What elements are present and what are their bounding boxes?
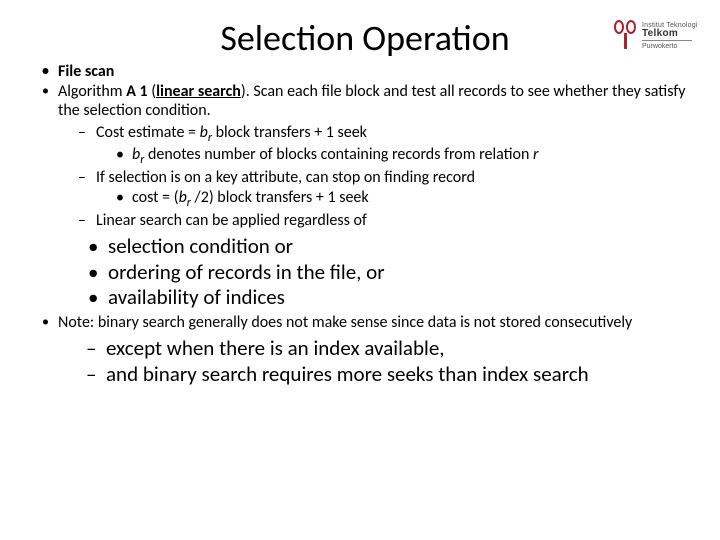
text: r bbox=[533, 145, 538, 164]
logo-line3: Purwokerto bbox=[642, 43, 698, 50]
bullet-br-def: b r denotes number of blocks containing r… bbox=[116, 145, 690, 168]
bullet-note: Note: binary search generally does not m… bbox=[40, 313, 690, 388]
bullet-ordering: ordering of records in the file, or bbox=[88, 260, 690, 286]
text: cost = ( bbox=[132, 188, 179, 207]
text: linear search bbox=[156, 82, 241, 101]
bullet-sel-cond: selection condition or bbox=[88, 234, 690, 260]
text: denotes number of blocks containing reco… bbox=[144, 145, 533, 164]
text: block transfers + 1 seek bbox=[212, 123, 367, 142]
bullet-indices: availability of indices bbox=[88, 285, 690, 311]
logo-mark-icon bbox=[612, 20, 638, 52]
bullet-except-index: except when there is an index available, bbox=[86, 336, 690, 362]
text: Algorithm bbox=[58, 82, 123, 101]
text: ( bbox=[148, 82, 156, 101]
text: If selection is on a key attribute, can … bbox=[96, 168, 475, 187]
bullet-cost-estimate: Cost estimate = b r block transfers + 1 s… bbox=[78, 123, 690, 169]
bullet-key-cost: cost = (br /2) block transfers + 1 seek bbox=[116, 188, 690, 211]
bullet-key-attr: If selection is on a key attribute, can … bbox=[78, 168, 690, 210]
slide-title: Selection Operation bbox=[40, 16, 690, 60]
text: ). bbox=[241, 82, 250, 101]
text: Cost estimate = bbox=[96, 123, 200, 142]
bullet-more-seeks: and binary search requires more seeks th… bbox=[86, 362, 690, 388]
logo: Institut Teknologi Telkom Purwokerto bbox=[612, 16, 702, 56]
text: b bbox=[132, 145, 140, 164]
text: /2) block transfers + 1 seek bbox=[191, 188, 369, 207]
bullet-file-scan: File scan bbox=[40, 62, 690, 82]
bullet-regardless: Linear search can be applied regardless … bbox=[78, 211, 690, 231]
text: b bbox=[200, 123, 208, 142]
bullet-algorithm: Algorithm A 1 (linear search). Scan each… bbox=[40, 82, 690, 231]
logo-line2: Telkom bbox=[642, 29, 698, 39]
text: A 1 bbox=[126, 82, 147, 101]
text: Note: binary search generally does not m… bbox=[58, 313, 632, 332]
text: b bbox=[179, 188, 187, 207]
